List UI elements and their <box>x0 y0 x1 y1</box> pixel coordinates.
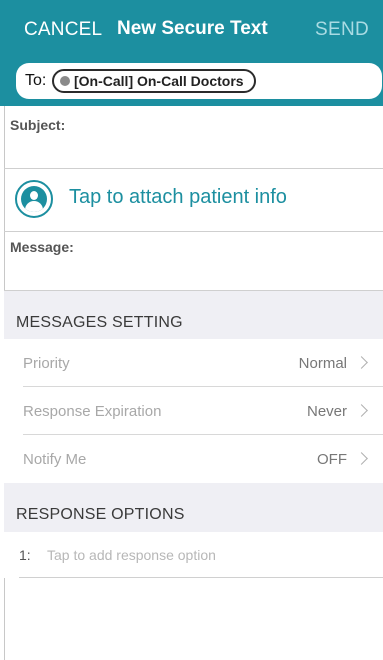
message-label: Message: <box>10 239 74 255</box>
chevron-right-icon <box>355 452 368 465</box>
setting-row-priority[interactable]: Priority Normal <box>4 339 383 387</box>
presence-dot-icon <box>60 76 70 86</box>
messages-setting-title: MESSAGES SETTING <box>16 314 183 331</box>
chevron-right-icon <box>355 356 368 369</box>
patient-icon <box>15 180 53 218</box>
messages-setting-header: MESSAGES SETTING <box>4 291 383 339</box>
navigation-header: CANCEL New Secure Text SEND To: [On-Call… <box>0 0 383 106</box>
subject-input[interactable] <box>4 136 383 168</box>
response-options-header: RESPONSE OPTIONS <box>4 483 383 532</box>
cancel-button[interactable]: CANCEL <box>24 19 102 41</box>
response-options-title: RESPONSE OPTIONS <box>16 506 185 523</box>
recipient-name: [On-Call] On-Call Doctors <box>74 73 244 89</box>
setting-value: Normal <box>298 355 347 372</box>
attach-patient-row[interactable]: Tap to attach patient info <box>4 169 383 231</box>
response-option-input[interactable]: Tap to add response option <box>47 547 216 563</box>
setting-label: Response Expiration <box>23 403 162 420</box>
setting-row-notify-me[interactable]: Notify Me OFF <box>4 435 383 483</box>
response-option-row[interactable]: 1: Tap to add response option <box>4 532 383 578</box>
option-number: 1: <box>19 547 31 563</box>
recipient-chip[interactable]: [On-Call] On-Call Doctors <box>52 69 256 93</box>
setting-row-response-expiration[interactable]: Response Expiration Never <box>4 387 383 435</box>
send-button[interactable]: SEND <box>315 19 369 41</box>
page-title: New Secure Text <box>117 18 268 39</box>
subject-label: Subject: <box>10 117 66 133</box>
setting-value: Never <box>306 403 347 420</box>
attach-divider <box>4 231 383 232</box>
attach-patient-label: Tap to attach patient info <box>69 186 287 208</box>
row-divider <box>19 577 383 578</box>
message-input[interactable] <box>4 258 383 290</box>
to-field[interactable]: To: [On-Call] On-Call Doctors <box>16 63 382 99</box>
setting-label: Notify Me <box>23 451 87 468</box>
chevron-right-icon <box>355 404 368 417</box>
setting-label: Priority <box>23 355 70 372</box>
setting-value: OFF <box>317 451 347 468</box>
to-label: To: <box>25 72 47 89</box>
